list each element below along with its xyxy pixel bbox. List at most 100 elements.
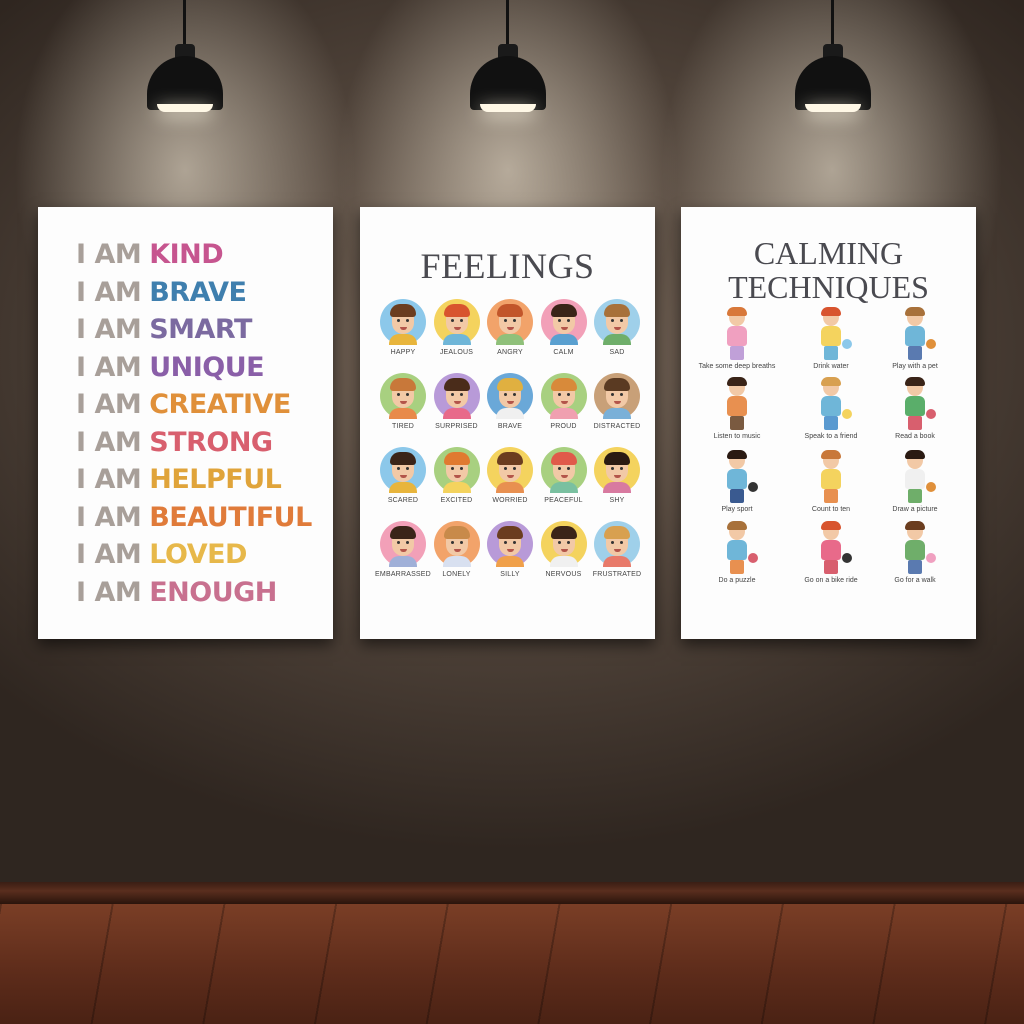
- feeling-label: EMBARRASSED: [375, 571, 431, 578]
- ceiling-lamp-right: [793, 0, 873, 115]
- child-body: [821, 469, 841, 489]
- feeling-item: NERVOUS: [535, 521, 593, 578]
- feeling-item: CALM: [535, 299, 593, 356]
- child-eye: [566, 319, 570, 322]
- child-eye: [504, 541, 507, 544]
- affirmation-word: BRAVE: [149, 276, 247, 308]
- calming-label: Listen to music: [713, 433, 761, 440]
- child-body: [727, 396, 747, 416]
- feeling-label: BRAVE: [497, 423, 523, 430]
- feeling-face-illustration: [594, 447, 640, 493]
- child-hair: [905, 307, 925, 316]
- child-eye: [450, 393, 454, 396]
- child-hair: [821, 307, 841, 316]
- child-eye: [459, 467, 463, 470]
- child-body: [442, 408, 471, 419]
- child-body: [442, 556, 471, 567]
- child-illustration: [717, 450, 758, 504]
- feeling-item: SAD: [588, 299, 646, 356]
- calming-title-line2: TECHNIQUES: [728, 269, 929, 305]
- feeling-face-illustration: [487, 373, 533, 419]
- child-legs: [824, 416, 838, 430]
- affirmation-prefix: I AM: [76, 576, 142, 608]
- feeling-item: EMBARRASSED: [374, 521, 432, 578]
- feeling-face-illustration: [433, 299, 480, 345]
- child-body: [549, 482, 578, 493]
- feeling-label: SURPRISED: [435, 423, 478, 430]
- child-hair: [905, 377, 925, 386]
- child-eye: [397, 393, 400, 396]
- feeling-item: PEACEFUL: [535, 447, 593, 504]
- feeling-face-illustration: [594, 521, 640, 567]
- affirmation-row: I AM ENOUGH: [76, 577, 312, 615]
- child-body: [821, 540, 841, 560]
- activity-prop: [842, 339, 852, 349]
- feeling-face-illustration: [540, 299, 587, 345]
- calming-techniques-poster: CALMING TECHNIQUES Take some deep breath…: [681, 207, 976, 639]
- child-eye: [513, 467, 516, 470]
- calming-item: Play sport: [689, 450, 785, 514]
- feeling-item: DISTRACTED: [588, 373, 646, 430]
- child-mouth: [453, 401, 461, 404]
- feeling-face-illustration: [594, 373, 640, 419]
- feeling-item: TIRED: [374, 373, 432, 430]
- child-illustration: [717, 307, 757, 361]
- child-eye: [397, 541, 400, 544]
- child-hair: [727, 377, 747, 386]
- child-eye: [620, 541, 623, 544]
- child-hair: [550, 378, 577, 391]
- child-illustration: [717, 521, 758, 575]
- activity-prop: [926, 553, 936, 563]
- child-body: [603, 334, 631, 345]
- child-legs: [730, 346, 744, 360]
- child-eye: [459, 319, 463, 322]
- child-eye: [504, 467, 507, 470]
- child-hair: [390, 378, 416, 391]
- activity-prop: [926, 409, 936, 419]
- child-body: [549, 556, 578, 567]
- affirmation-row: I AM STRONG: [76, 427, 312, 465]
- child-eye: [450, 467, 454, 470]
- lamp-bulb: [157, 104, 213, 112]
- feeling-label: DISTRACTED: [593, 423, 641, 430]
- feeling-face-illustration: [540, 447, 587, 493]
- affirmation-prefix: I AM: [76, 464, 142, 495]
- child-legs: [824, 560, 838, 574]
- child-legs: [730, 416, 744, 430]
- child-legs: [908, 489, 922, 503]
- child-hair: [905, 521, 925, 530]
- child-hair: [497, 378, 523, 391]
- child-illustration: [717, 377, 757, 431]
- affirmation-word: HELPFUL: [149, 464, 282, 495]
- feeling-face-illustration: [380, 521, 426, 567]
- feeling-face-illustration: [380, 447, 426, 493]
- child-hair: [390, 526, 416, 539]
- feeling-face-illustration: [540, 521, 587, 567]
- affirmation-row: I AM SMART: [76, 314, 312, 352]
- feeling-item: PROUD: [535, 373, 593, 430]
- child-legs: [908, 560, 922, 574]
- child-illustration: [895, 307, 936, 361]
- child-eye: [566, 393, 570, 396]
- child-body: [389, 334, 417, 345]
- child-body: [603, 408, 631, 419]
- affirmation-prefix: I AM: [76, 389, 142, 420]
- child-hair: [727, 307, 747, 316]
- affirmation-word: BEAUTIFUL: [149, 501, 312, 533]
- child-mouth: [560, 327, 568, 330]
- child-body: [389, 408, 417, 419]
- calming-item: Play with a pet: [867, 307, 963, 371]
- calming-label: Take some deep breaths: [698, 363, 776, 370]
- feeling-label: JEALOUS: [439, 349, 474, 356]
- calming-label: Count to ten: [811, 506, 851, 513]
- feeling-label: SHY: [609, 497, 625, 504]
- child-eye: [450, 541, 454, 544]
- child-hair: [497, 526, 523, 539]
- child-mouth: [453, 327, 461, 330]
- child-eye: [504, 319, 507, 322]
- calming-label: Drink water: [813, 363, 849, 370]
- child-body: [389, 482, 417, 493]
- child-legs: [908, 346, 922, 360]
- feeling-item: WORRIED: [481, 447, 539, 504]
- child-hair: [604, 452, 630, 465]
